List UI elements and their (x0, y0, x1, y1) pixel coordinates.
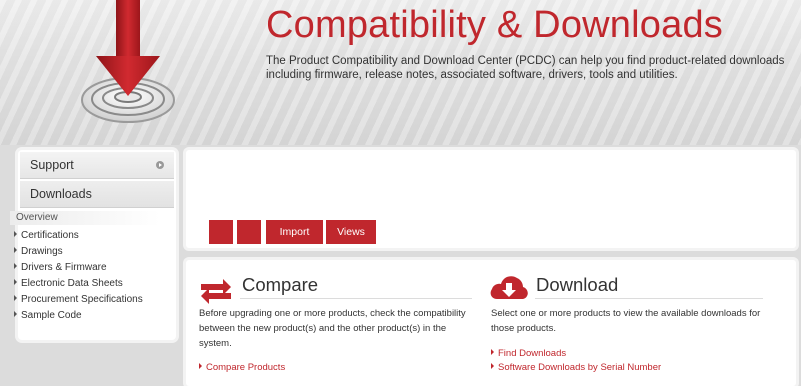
serial-downloads-link-label: Software Downloads by Serial Number (498, 362, 662, 373)
sidebar-item-sample-code[interactable]: Sample Code (14, 310, 82, 321)
sidebar-item-support[interactable]: Support (20, 152, 174, 179)
sidebar-item-label: Procurement Specifications (21, 294, 143, 305)
download-description: Select one or more products to view the … (491, 308, 761, 334)
import-button[interactable]: Import (266, 220, 323, 244)
arrow-right-icon (491, 363, 494, 369)
find-downloads-link[interactable]: Find Downloads (491, 348, 566, 359)
toolbar-button-2[interactable] (237, 220, 261, 244)
sidebar-item-certifications[interactable]: Certifications (14, 230, 79, 241)
sidebar-item-label: Certifications (21, 230, 79, 241)
find-downloads-link-label: Find Downloads (498, 348, 567, 359)
arrow-right-icon (199, 363, 202, 369)
download-divider (535, 298, 763, 299)
sidebar-item-label: Electronic Data Sheets (21, 278, 123, 289)
compare-title: Compare (242, 274, 319, 295)
sidebar-item-overview[interactable]: Overview (10, 211, 160, 225)
sidebar-item-label: Drawings (21, 246, 63, 257)
cloud-download-icon (490, 276, 528, 299)
sidebar-item-procurement-specifications[interactable]: Procurement Specifications (14, 294, 143, 305)
arrow-right-icon (14, 263, 17, 269)
compare-products-link-label: Compare Products (206, 362, 286, 373)
download-title: Download (536, 274, 619, 295)
arrow-right-icon (14, 247, 17, 253)
hero-banner: Compatibility & Downloads The Product Co… (0, 0, 801, 145)
toolbar-button-1[interactable] (209, 220, 233, 244)
compare-arrows-icon (201, 279, 231, 304)
arrow-right-icon (14, 295, 17, 301)
sidebar-downloads-label: Downloads (30, 187, 92, 201)
serial-downloads-link[interactable]: Software Downloads by Serial Number (491, 362, 661, 373)
page-description: The Product Compatibility and Download C… (266, 55, 785, 81)
arrow-right-icon (14, 311, 17, 317)
sidebar-support-label: Support (30, 158, 74, 172)
sidebar-item-downloads[interactable]: Downloads (20, 181, 174, 208)
download-target-icon (81, 0, 175, 123)
compare-products-link[interactable]: Compare Products (199, 362, 285, 373)
arrow-right-icon (14, 231, 17, 237)
sidebar-item-drivers-firmware[interactable]: Drivers & Firmware (14, 262, 107, 273)
compare-description: Before upgrading one or more products, c… (199, 308, 466, 349)
sidebar-item-electronic-data-sheets[interactable]: Electronic Data Sheets (14, 278, 123, 289)
sidebar-item-label: Drivers & Firmware (21, 262, 107, 273)
compare-divider (240, 298, 472, 299)
arrow-right-icon (491, 349, 494, 355)
chevron-right-icon (156, 161, 164, 169)
sidebar-item-label: Sample Code (21, 310, 82, 321)
arrow-right-icon (14, 279, 17, 285)
page-title: Compatibility & Downloads (266, 4, 723, 46)
sidebar-item-drawings[interactable]: Drawings (14, 246, 63, 257)
views-button[interactable]: Views (326, 220, 376, 244)
